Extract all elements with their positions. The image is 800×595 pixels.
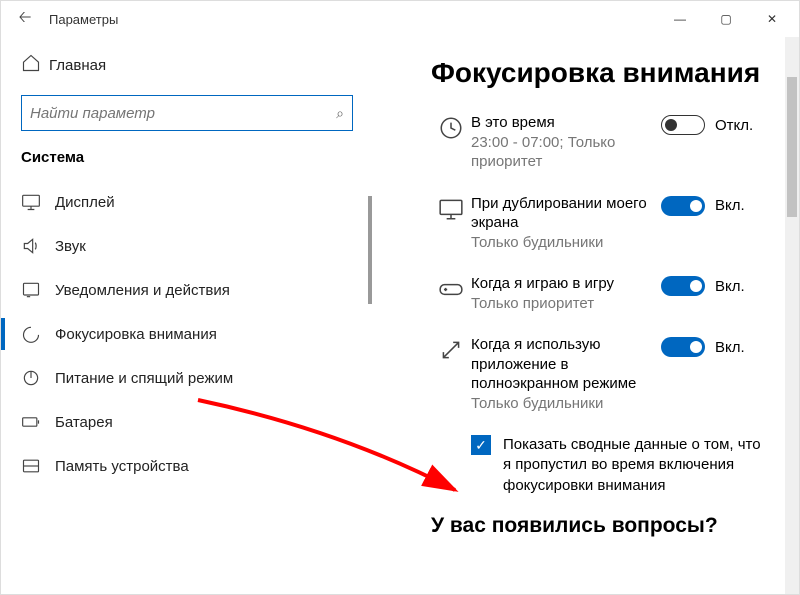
toggle-col: Вкл. [661,335,767,357]
rule-fullscreen[interactable]: Когда я использую приложение в полноэкра… [431,335,767,413]
rule-title: Когда я использую приложение в полноэкра… [471,335,655,394]
sidebar-item-battery[interactable]: Батарея [1,400,373,444]
main: Фокусировка внимания В это время 23:00 -… [373,37,799,594]
settings-window: 🡠 Параметры — ▢ ✕ Главная ⌕ Система [0,0,800,595]
category-heading: Система [1,149,373,180]
titlebar: 🡠 Параметры — ▢ ✕ [1,1,799,37]
sidebar-item-label: Уведомления и действия [55,282,230,299]
sidebar-item-storage[interactable]: Память устройства [1,444,373,488]
focus-icon [21,324,55,344]
search-icon: ⌕ [336,105,344,122]
sidebar-item-sound[interactable]: Звук [1,224,373,268]
toggle-switch[interactable] [661,337,705,357]
sidebar-item-label: Питание и спящий режим [55,370,233,387]
sidebar: Главная ⌕ Система Дисплей Звук [1,37,373,594]
sidebar-item-display[interactable]: Дисплей [1,180,373,224]
rule-text: Когда я играю в игру Только приоритет [471,274,661,313]
page-heading: Фокусировка внимания [431,57,767,89]
help-heading: У вас появились вопросы? [431,514,767,538]
search-input[interactable] [30,105,336,122]
rule-text: В это время 23:00 - 07:00; Только приори… [471,113,661,172]
monitor-icon [431,194,471,222]
minimize-button[interactable]: — [657,3,703,35]
rule-title: В это время [471,113,655,133]
sidebar-item-label: Батарея [55,414,113,431]
content: Фокусировка внимания В это время 23:00 -… [373,37,785,594]
window-title: Параметры [49,12,118,27]
rule-duplicate-screen[interactable]: При дублировании моего экрана Только буд… [431,194,767,253]
rule-gaming[interactable]: Когда я играю в игру Только приоритет Вк… [431,274,767,313]
toggle-switch[interactable] [661,196,705,216]
home-link[interactable]: Главная [1,45,373,85]
fullscreen-icon [431,335,471,363]
rule-sub: Только будильники [471,233,655,253]
home-icon [21,53,49,77]
search-box[interactable]: ⌕ [21,95,353,131]
display-icon [21,192,55,212]
search-wrap: ⌕ [21,95,353,131]
battery-icon [21,412,55,432]
rule-sub: Только приоритет [471,294,655,314]
scrollbar[interactable] [785,37,799,594]
toggle-label: Откл. [715,117,753,134]
rule-title: При дублировании моего экрана [471,194,655,233]
sidebar-item-label: Звук [55,238,86,255]
sidebar-item-notifications[interactable]: Уведомления и действия [1,268,373,312]
rule-time[interactable]: В это время 23:00 - 07:00; Только приори… [431,113,767,172]
rule-sub: Только будильники [471,394,655,414]
toggle-label: Вкл. [715,339,745,356]
window-controls: — ▢ ✕ [657,3,795,35]
sidebar-item-label: Дисплей [55,194,115,211]
sidebar-item-label: Память устройства [55,458,189,475]
rule-text: Когда я использую приложение в полноэкра… [471,335,661,413]
sidebar-item-power[interactable]: Питание и спящий режим [1,356,373,400]
back-button[interactable]: 🡠 [5,6,45,33]
notifications-icon [21,280,55,300]
rule-title: Когда я играю в игру [471,274,655,294]
home-label: Главная [49,57,106,74]
gamepad-icon [431,274,471,302]
checkbox-label: Показать сводные данные о том, что я про… [503,435,767,496]
scrollbar-thumb[interactable] [787,77,797,217]
rule-text: При дублировании моего экрана Только буд… [471,194,661,253]
sound-icon [21,236,55,256]
toggle-col: Откл. [661,113,767,135]
summary-checkbox-row[interactable]: ✓ Показать сводные данные о том, что я п… [471,435,767,496]
toggle-switch[interactable] [661,115,705,135]
storage-icon [21,456,55,476]
close-button[interactable]: ✕ [749,3,795,35]
toggle-col: Вкл. [661,194,767,216]
checkbox-checked-icon[interactable]: ✓ [471,435,491,455]
rule-sub: 23:00 - 07:00; Только приоритет [471,133,655,172]
clock-icon [431,113,471,141]
toggle-col: Вкл. [661,274,767,296]
sidebar-scroll-thumb[interactable] [368,196,372,304]
body: Главная ⌕ Система Дисплей Звук [1,37,799,594]
sidebar-item-focus[interactable]: Фокусировка внимания [1,312,373,356]
toggle-label: Вкл. [715,278,745,295]
maximize-button[interactable]: ▢ [703,3,749,35]
toggle-switch[interactable] [661,276,705,296]
power-icon [21,368,55,388]
sidebar-item-label: Фокусировка внимания [55,326,217,343]
toggle-label: Вкл. [715,197,745,214]
